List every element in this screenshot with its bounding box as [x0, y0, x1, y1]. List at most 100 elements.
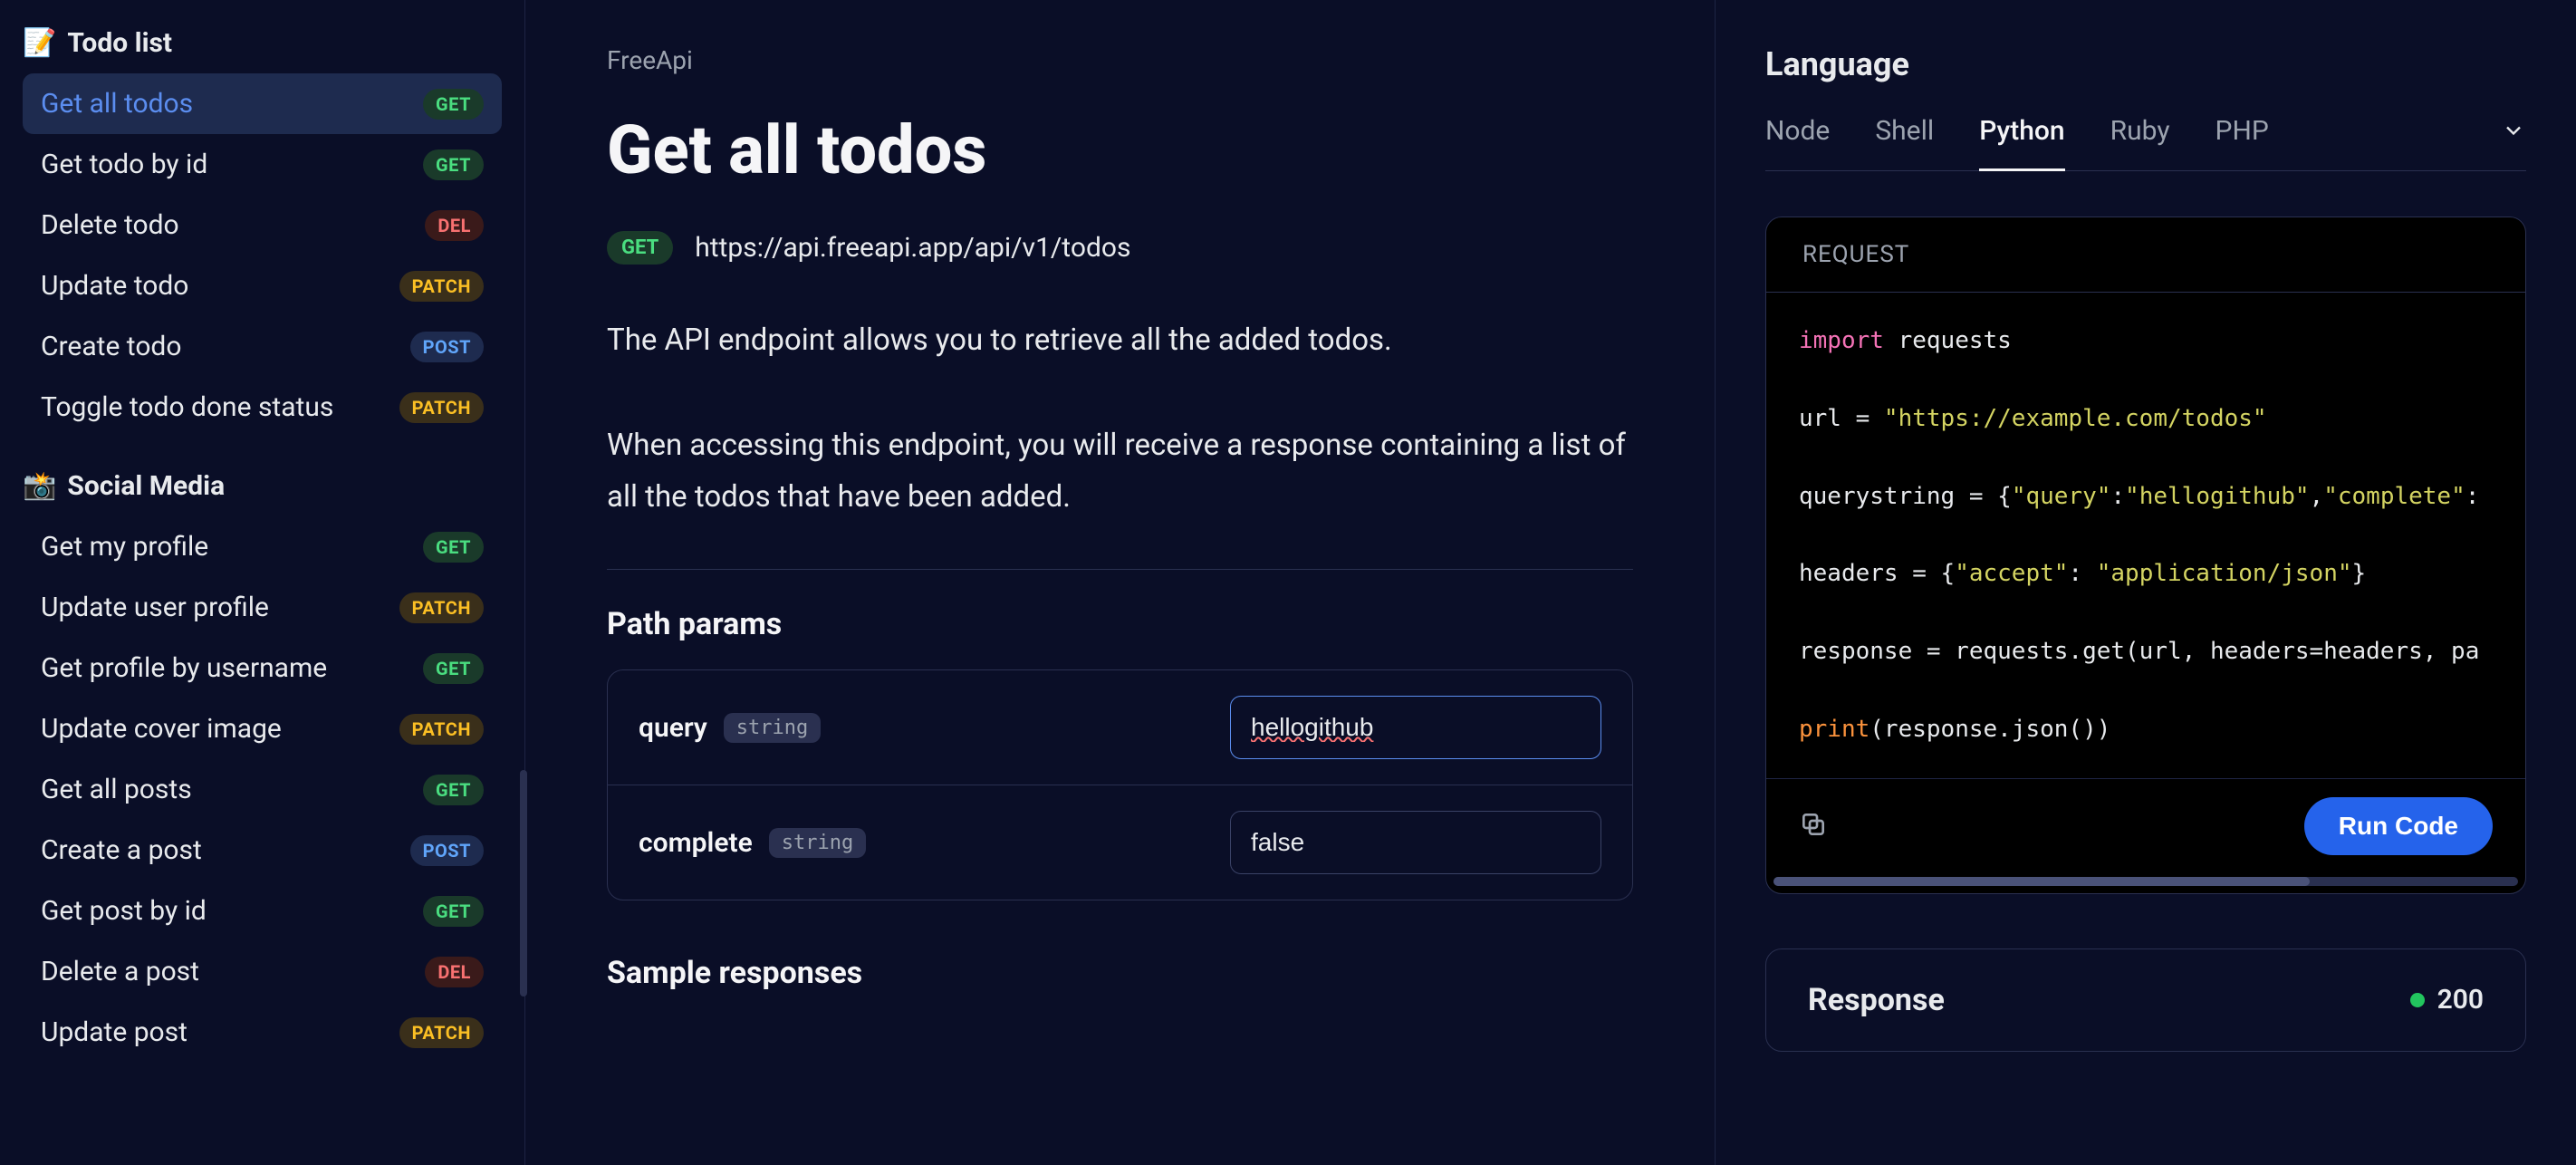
tab-php[interactable]: PHP [2216, 115, 2269, 171]
sidebar-group-social: 📸 Social Media [23, 470, 502, 502]
code-token: querystring = { [1799, 483, 2012, 510]
method-badge: PATCH [399, 1017, 484, 1048]
sidebar-scrollbar[interactable] [520, 770, 527, 997]
sidebar-item-label: Get post by id [41, 895, 207, 927]
description-p2: When accessing this endpoint, you will r… [607, 428, 1626, 515]
tab-ruby[interactable]: Ruby [2110, 115, 2170, 171]
memo-icon: 📝 [23, 27, 56, 59]
sidebar-group-label: Todo list [67, 27, 172, 59]
sidebar-group-label: Social Media [67, 470, 225, 502]
method-badge: PATCH [399, 271, 484, 302]
param-input-complete[interactable] [1230, 811, 1601, 874]
code-token: "query" [2012, 483, 2111, 510]
sidebar-item-label: Get todo by id [41, 149, 207, 180]
sidebar-item-get-post-by-id[interactable]: Get post by id GET [23, 881, 502, 941]
tab-node[interactable]: Node [1765, 115, 1830, 171]
sidebar-list-social: Get my profile GET Update user profile P… [23, 516, 502, 1063]
code-card: REQUEST import requests url = "https://e… [1765, 217, 2526, 894]
code-horizontal-scrollbar[interactable] [1773, 877, 2518, 886]
sidebar-item-update-todo[interactable]: Update todo PATCH [23, 255, 502, 316]
sidebar-list-todo: Get all todos GET Get todo by id GET Del… [23, 73, 502, 438]
endpoint-method-badge: GET [607, 231, 673, 265]
param-name: complete [639, 827, 753, 859]
code-token: headers = { [1799, 560, 1955, 587]
sidebar-item-update-post[interactable]: Update post PATCH [23, 1002, 502, 1063]
param-name: query [639, 712, 707, 744]
tab-shell[interactable]: Shell [1875, 115, 1934, 171]
code-token: url = [1799, 405, 1884, 432]
sidebar-item-update-cover-image[interactable]: Update cover image PATCH [23, 698, 502, 759]
sidebar-item-get-todo-by-id[interactable]: Get todo by id GET [23, 134, 502, 195]
sidebar-item-delete-a-post[interactable]: Delete a post DEL [23, 941, 502, 1002]
sidebar-item-get-all-todos[interactable]: Get all todos GET [23, 73, 502, 134]
sidebar-group-todo: 📝 Todo list [23, 27, 502, 59]
sidebar-item-get-my-profile[interactable]: Get my profile GET [23, 516, 502, 577]
code-token: requests [1884, 327, 2012, 354]
sidebar-item-label: Update cover image [41, 713, 282, 745]
language-tabs: Node Shell Python Ruby PHP [1765, 115, 2526, 171]
method-badge: POST [410, 332, 484, 362]
param-type: string [724, 713, 821, 743]
sidebar-item-label: Create a post [41, 834, 202, 866]
code-token: "complete" [2323, 483, 2465, 510]
language-heading: Language [1765, 45, 2526, 83]
description: The API endpoint allows you to retrieve … [607, 314, 1633, 524]
method-badge: GET [423, 896, 484, 927]
response-heading: Response [1808, 982, 1945, 1018]
response-card[interactable]: Response 200 [1765, 948, 2526, 1052]
chevron-down-icon[interactable] [2501, 118, 2526, 168]
code-token: "accept" [1955, 560, 2068, 587]
code-token: "hellogithub" [2125, 483, 2310, 510]
sidebar-item-label: Update todo [41, 270, 188, 302]
sidebar-item-label: Get my profile [41, 531, 208, 563]
sidebar-item-delete-todo[interactable]: Delete todo DEL [23, 195, 502, 255]
sidebar-item-get-profile-by-username[interactable]: Get profile by username GET [23, 638, 502, 698]
breadcrumb[interactable]: FreeApi [607, 45, 1633, 75]
description-p1: The API endpoint allows you to retrieve … [607, 323, 1392, 358]
right-panel: Language Node Shell Python Ruby PHP REQU… [1716, 0, 2576, 1165]
method-badge: DEL [425, 210, 484, 241]
sidebar-item-label: Delete a post [41, 956, 199, 987]
sample-responses-heading: Sample responses [607, 955, 1633, 991]
method-badge: GET [423, 149, 484, 180]
sidebar-item-label: Get profile by username [41, 652, 327, 684]
code-token: : [2068, 560, 2096, 587]
sidebar-item-toggle-todo[interactable]: Toggle todo done status PATCH [23, 377, 502, 438]
sidebar-item-create-a-post[interactable]: Create a post POST [23, 820, 502, 881]
sidebar: 📝 Todo list Get all todos GET Get todo b… [0, 0, 525, 1165]
camera-icon: 📸 [23, 470, 56, 502]
endpoint-row: GET https://api.freeapi.app/api/v1/todos [607, 231, 1633, 265]
method-badge: DEL [425, 957, 484, 987]
method-badge: GET [423, 775, 484, 805]
param-row-query: query string [608, 670, 1632, 785]
param-type: string [769, 828, 866, 858]
sidebar-item-label: Get all todos [41, 88, 193, 120]
code-footer: Run Code [1766, 778, 2525, 877]
copy-icon[interactable] [1799, 810, 1828, 842]
status-code: 200 [2437, 984, 2484, 1016]
code-token: , [2310, 483, 2324, 510]
sidebar-item-label: Toggle todo done status [41, 391, 333, 423]
divider [607, 569, 1633, 570]
page-title: Get all todos [607, 111, 1633, 190]
code-body[interactable]: import requests url = "https://example.c… [1766, 293, 2525, 778]
run-code-button[interactable]: Run Code [2304, 797, 2493, 855]
param-input-query[interactable] [1230, 696, 1601, 759]
sidebar-item-get-all-posts[interactable]: Get all posts GET [23, 759, 502, 820]
params-box: query string complete string [607, 669, 1633, 900]
tab-python[interactable]: Python [1979, 115, 2064, 171]
sidebar-item-label: Get all posts [41, 774, 192, 805]
method-badge: GET [423, 653, 484, 684]
sidebar-item-update-user-profile[interactable]: Update user profile PATCH [23, 577, 502, 638]
scrollbar-thumb[interactable] [1773, 877, 2310, 886]
code-token: "https://example.com/todos" [1884, 405, 2267, 432]
param-meta: query string [639, 712, 821, 744]
method-badge: GET [423, 532, 484, 563]
sidebar-item-label: Update post [41, 1016, 187, 1048]
method-badge: GET [423, 89, 484, 120]
code-token: response = requests.get(url, headers=hea… [1799, 638, 2479, 665]
response-status: 200 [2410, 984, 2484, 1016]
status-dot-icon [2410, 993, 2425, 1007]
sidebar-item-create-todo[interactable]: Create todo POST [23, 316, 502, 377]
method-badge: PATCH [399, 714, 484, 745]
